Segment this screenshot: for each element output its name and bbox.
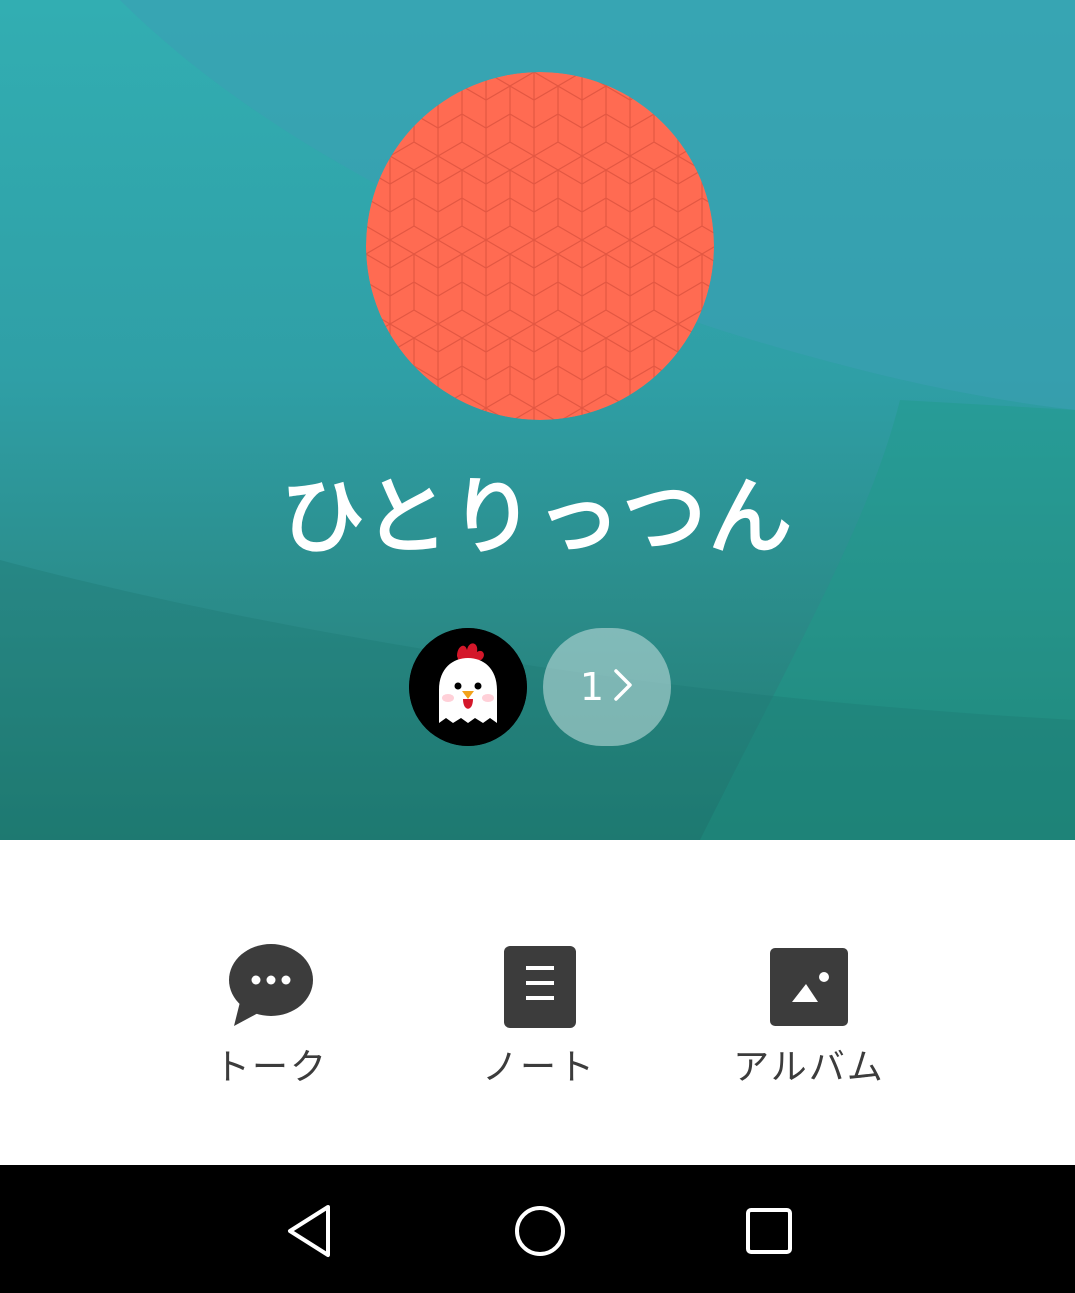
- album-icon: [764, 940, 854, 1030]
- cube-pattern-icon: [366, 72, 714, 420]
- note-label: ノート: [481, 1047, 596, 1088]
- group-avatar[interactable]: [366, 72, 714, 420]
- talk-button[interactable]: トーク: [161, 940, 381, 1090]
- system-navigation-bar: [0, 1165, 1075, 1293]
- cover-background: ひとりっつん 1: [0, 0, 1075, 840]
- talk-label: トーク: [213, 1047, 328, 1088]
- member-count-value: 1: [579, 665, 605, 709]
- member-count-button[interactable]: 1: [543, 628, 671, 746]
- album-label: アルバム: [733, 1047, 885, 1088]
- group-profile-screen: ひとりっつん 1 トーク ノート アルバム: [0, 0, 1075, 1293]
- chat-bubble-icon: [226, 940, 316, 1030]
- back-triangle-icon[interactable]: [278, 1199, 342, 1263]
- album-button[interactable]: アルバム: [699, 940, 919, 1090]
- member-avatar[interactable]: [409, 628, 527, 746]
- chevron-right-icon: [612, 668, 634, 706]
- home-circle-icon[interactable]: [508, 1199, 572, 1263]
- recents-square-icon[interactable]: [737, 1199, 801, 1263]
- group-name: ひとりっつん: [280, 468, 795, 566]
- note-icon: [494, 940, 584, 1030]
- note-button[interactable]: ノート: [429, 940, 649, 1090]
- action-bar: トーク ノート アルバム: [0, 840, 1075, 1165]
- rooster-icon: [409, 628, 527, 746]
